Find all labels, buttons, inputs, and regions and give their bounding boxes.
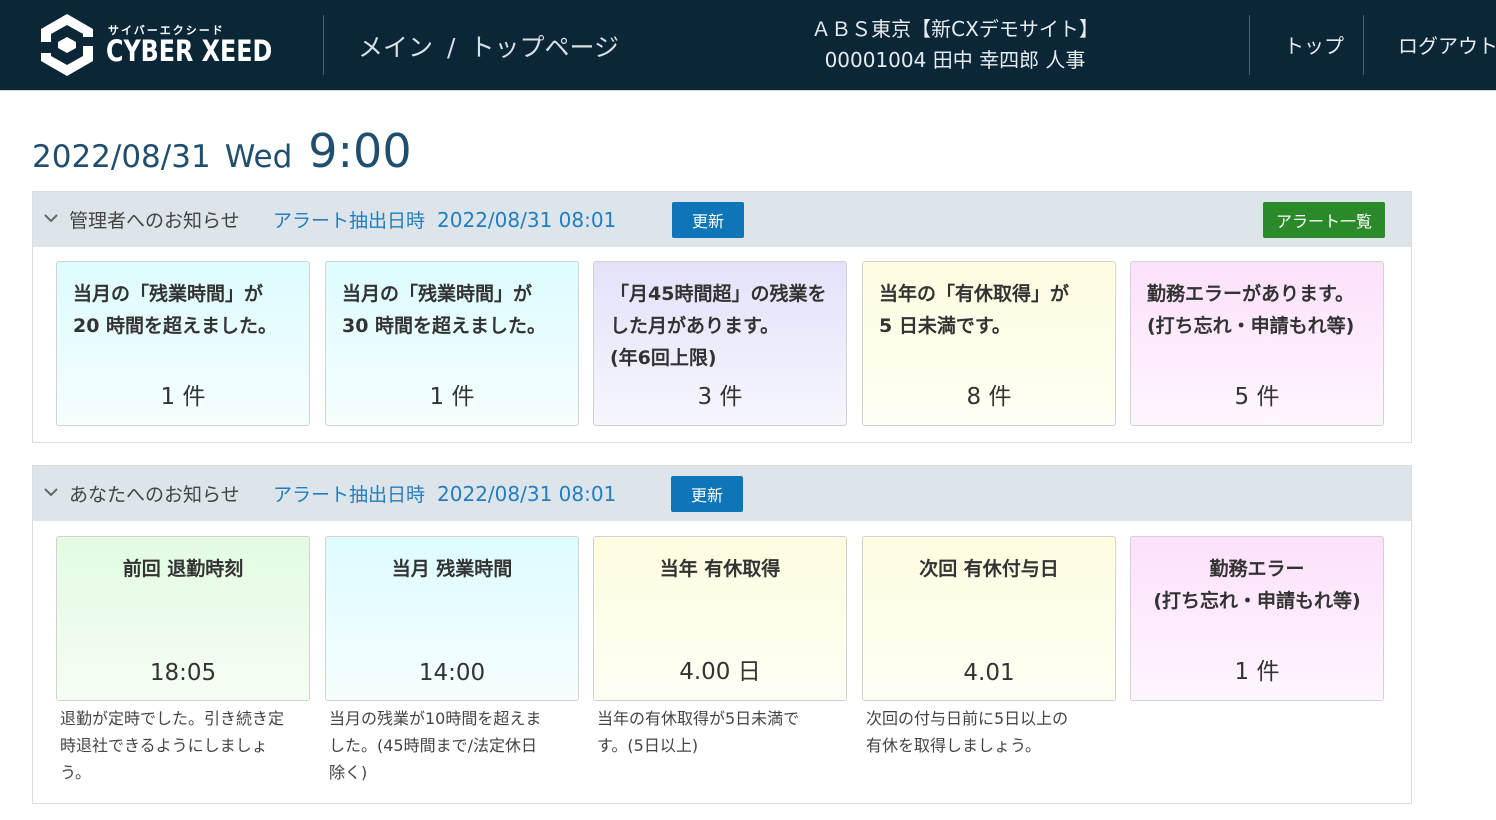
- notice-card-value: 18:05: [149, 660, 217, 686]
- breadcrumb-separator: /: [447, 33, 456, 62]
- alert-card-line: 当年の「有休取得」が: [879, 283, 1070, 305]
- alert-card-count: 1 件: [429, 384, 475, 410]
- update-button[interactable]: 更新: [672, 202, 744, 238]
- alert-extract-date: 2022/08/31 08:01: [437, 208, 617, 232]
- notice-card-title: 勤務エラー (打ち忘れ・申請もれ等): [1131, 553, 1383, 617]
- update-button[interactable]: 更新: [671, 476, 743, 512]
- alert-card-text: 当年の「有休取得」が 5 日未満です。: [879, 278, 1105, 342]
- notice-description-line: 有休を取得しましょう。: [866, 736, 1042, 755]
- notice-description-line: 退勤が定時でした。引き続き定: [60, 709, 285, 728]
- notice-card-title: 当月 残業時間: [326, 553, 578, 585]
- notice-description-line: す。(5日以上): [597, 736, 699, 755]
- admin-alert-card[interactable]: 当月の「残業時間」が 30 時間を超えました。 1 件: [325, 261, 579, 426]
- alert-card-text: 勤務エラーがあります。 (打ち忘れ・申請もれ等): [1147, 278, 1373, 342]
- notice-card-line: 当月 残業時間: [391, 558, 513, 580]
- user-notice-header[interactable]: あなたへのお知らせ アラート抽出日時 2022/08/31 08:01 更新: [33, 466, 1411, 521]
- notice-card-value: 4.01: [963, 660, 1015, 686]
- header-divider: [323, 15, 324, 75]
- alert-extract-datetime: アラート抽出日時 2022/08/31 08:01: [273, 206, 616, 233]
- breadcrumb-top-page: トップページ: [469, 33, 619, 62]
- alert-card-count: 3 件: [697, 384, 743, 410]
- cyber-xeed-logo[interactable]: サイバーエクシード CYBER XEED: [36, 12, 272, 78]
- notice-card-value: 14:00: [418, 660, 486, 686]
- notice-card-description: 当年の有休取得が5日未満で す。(5日以上): [597, 705, 832, 759]
- alert-extract-label: アラート抽出日時: [273, 484, 426, 506]
- notice-card-description: 次回の付与日前に5日以上の 有休を取得しましょう。: [866, 705, 1101, 759]
- alert-card-count: 8 件: [966, 384, 1012, 410]
- breadcrumb-main[interactable]: メイン: [358, 33, 433, 62]
- notice-card-description: 当月の残業が10時間を超えま した。(45時間まで/法定休日 除く): [329, 705, 564, 786]
- alert-card-line: (打ち忘れ・申請もれ等): [1147, 315, 1355, 337]
- alert-card-count: 1 件: [160, 384, 206, 410]
- alert-card-line: 20 時間を超えました。: [73, 315, 278, 337]
- breadcrumb: メイン / トップページ: [358, 28, 619, 64]
- admin-alert-card[interactable]: 勤務エラーがあります。 (打ち忘れ・申請もれ等) 5 件: [1130, 261, 1384, 426]
- alert-card-line: 「月45時間超」の残業を: [610, 283, 827, 305]
- user-notice-title: あなたへのお知らせ: [69, 484, 240, 506]
- logo-text: CYBER XEED: [106, 34, 273, 68]
- notice-card-line: 当年 有休取得: [659, 558, 781, 580]
- notice-description-line: した。(45時間まで/法定休日: [329, 736, 537, 755]
- alert-extract-datetime: アラート抽出日時 2022/08/31 08:01: [273, 480, 616, 507]
- notice-card-value: 1 件: [1234, 659, 1280, 685]
- company-name: ＡＢＳ東京【新CXデモサイト】: [811, 17, 1099, 41]
- notice-description-line: 除く): [329, 763, 368, 782]
- user-info: ＡＢＳ東京【新CXデモサイト】 00001004 田中 幸四郎 人事: [760, 14, 1150, 76]
- nav-logout-link[interactable]: ログアウト: [1398, 30, 1496, 59]
- alert-card-line: (年6回上限): [610, 347, 717, 369]
- alert-extract-date: 2022/08/31 08:01: [437, 482, 617, 506]
- notice-description-line: 次回の付与日前に5日以上の: [866, 709, 1069, 728]
- notice-description-line: 時退社できるようにしましょう。: [60, 736, 268, 782]
- admin-alert-card[interactable]: 当年の「有休取得」が 5 日未満です。 8 件: [862, 261, 1116, 426]
- chevron-down-icon[interactable]: [42, 483, 60, 501]
- alert-card-line: 当月の「残業時間」が: [342, 283, 533, 305]
- alert-card-line: 当月の「残業時間」が: [73, 283, 264, 305]
- notice-card-line: (打ち忘れ・申請もれ等): [1153, 590, 1361, 612]
- admin-notice-panel: 管理者へのお知らせ アラート抽出日時 2022/08/31 08:01 更新 アラ…: [32, 191, 1412, 443]
- current-date: 2022/08/31: [32, 139, 211, 175]
- alert-card-text: 「月45時間超」の残業を した月があります。 (年6回上限): [610, 278, 836, 374]
- nav-top-link[interactable]: トップ: [1284, 30, 1344, 59]
- user-notice-card[interactable]: 勤務エラー (打ち忘れ・申請もれ等) 1 件: [1130, 536, 1384, 701]
- header-divider: [1363, 15, 1364, 75]
- notice-card-description: 退勤が定時でした。引き続き定時退社できるようにしましょう。: [60, 705, 295, 786]
- alert-card-line: 勤務エラーがあります。: [1147, 283, 1355, 305]
- current-datetime: 2022/08/31 Wed 9:00: [32, 124, 412, 178]
- alert-card-line: 30 時間を超えました。: [342, 315, 547, 337]
- admin-alert-card[interactable]: 「月45時間超」の残業を した月があります。 (年6回上限) 3 件: [593, 261, 847, 426]
- alert-card-text: 当月の「残業時間」が 20 時間を超えました。: [73, 278, 299, 342]
- user-notice-panel: あなたへのお知らせ アラート抽出日時 2022/08/31 08:01 更新 前回…: [32, 465, 1412, 804]
- header-divider: [1249, 15, 1250, 75]
- chevron-down-icon[interactable]: [42, 209, 60, 227]
- notice-description-line: 当年の有休取得が5日未満で: [597, 709, 800, 728]
- content-border: [0, 90, 1496, 91]
- notice-card-line: 前回 退勤時刻: [122, 558, 244, 580]
- admin-notice-header[interactable]: 管理者へのお知らせ アラート抽出日時 2022/08/31 08:01 更新 アラ…: [33, 192, 1411, 247]
- alert-card-text: 当月の「残業時間」が 30 時間を超えました。: [342, 278, 568, 342]
- notice-card-title: 前回 退勤時刻: [57, 553, 309, 585]
- alert-card-count: 5 件: [1234, 384, 1280, 410]
- current-time: 9:00: [308, 124, 412, 178]
- user-notice-card[interactable]: 前回 退勤時刻 18:05: [56, 536, 310, 701]
- top-header: サイバーエクシード CYBER XEED メイン / トップページ ＡＢＳ東京【新C…: [0, 0, 1496, 90]
- notice-description-line: 当月の残業が10時間を超えま: [329, 709, 542, 728]
- alert-list-button[interactable]: アラート一覧: [1263, 202, 1385, 238]
- user-notice-card[interactable]: 当月 残業時間 14:00: [325, 536, 579, 701]
- current-day: Wed: [224, 139, 293, 175]
- cyber-xeed-logo-icon: [41, 14, 93, 76]
- alert-card-line: した月があります。: [610, 315, 780, 337]
- admin-notice-title: 管理者へのお知らせ: [69, 210, 240, 232]
- notice-card-title: 次回 有休付与日: [863, 553, 1115, 585]
- user-notice-card[interactable]: 次回 有休付与日 4.01: [862, 536, 1116, 701]
- alert-extract-label: アラート抽出日時: [273, 210, 426, 232]
- notice-card-line: 勤務エラー: [1209, 558, 1305, 580]
- user-notice-card[interactable]: 当年 有休取得 4.00 日: [593, 536, 847, 701]
- admin-alert-card[interactable]: 当月の「残業時間」が 20 時間を超えました。 1 件: [56, 261, 310, 426]
- user-name: 00001004 田中 幸四郎 人事: [824, 48, 1086, 72]
- notice-card-title: 当年 有休取得: [594, 553, 846, 585]
- notice-card-value: 4.00 日: [679, 659, 761, 685]
- alert-card-line: 5 日未満です。: [879, 315, 1011, 337]
- notice-card-line: 次回 有休付与日: [919, 558, 1059, 580]
